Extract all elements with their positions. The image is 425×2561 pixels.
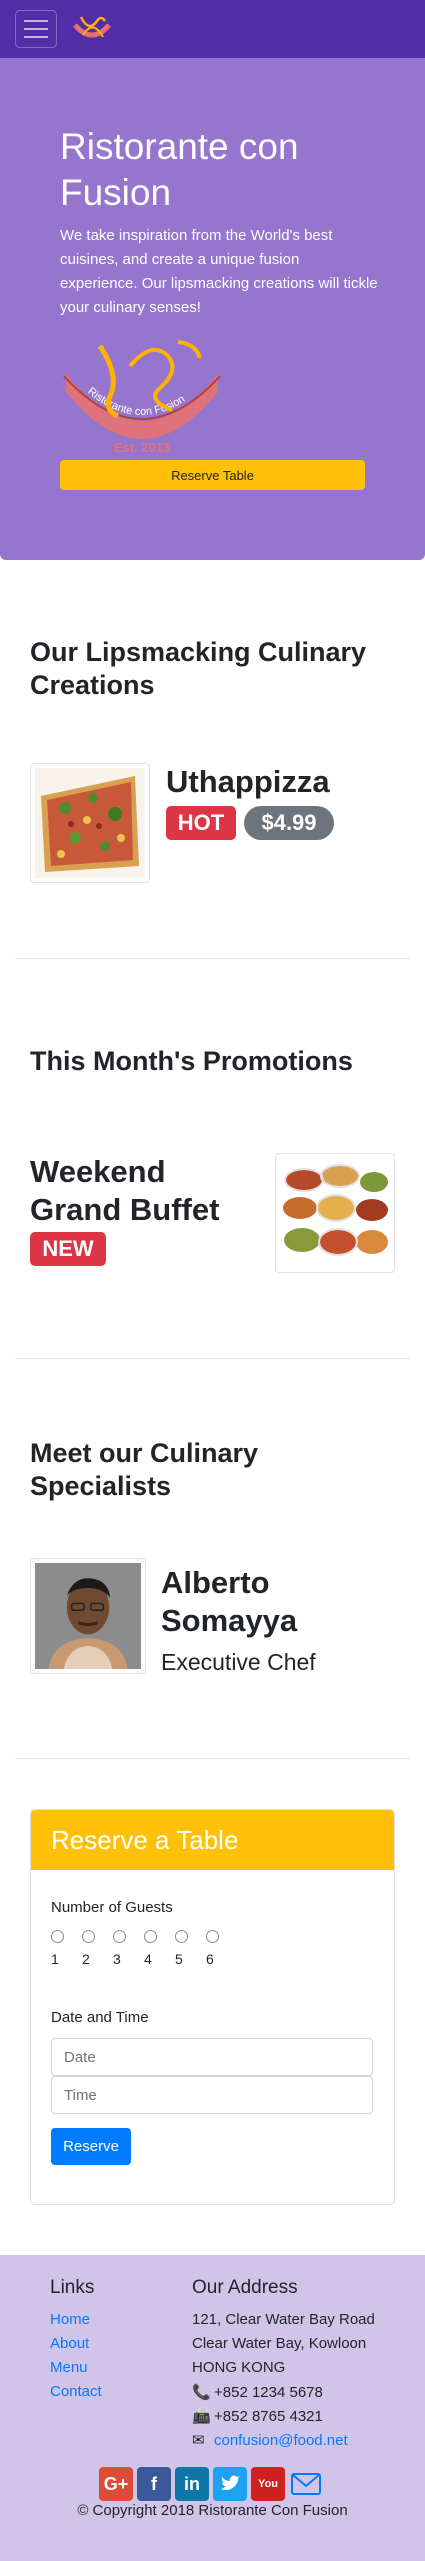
footer-address-title: Our Address xyxy=(192,2277,298,2298)
phone-number: +852 1234 5678 xyxy=(214,2384,323,2401)
fax-icon: 📠 xyxy=(192,2408,211,2425)
footer-link-about[interactable]: About xyxy=(50,2335,89,2352)
hot-badge: HOT xyxy=(166,806,236,840)
footer-link-menu[interactable]: Menu xyxy=(50,2359,88,2376)
promo-name: Weekend Grand Buffet xyxy=(30,1154,220,1227)
radio-button[interactable] xyxy=(175,1930,188,1943)
guest-option-2[interactable]: 2 xyxy=(82,1930,102,1970)
radio-button[interactable] xyxy=(144,1930,157,1943)
reserve-submit-button[interactable]: Reserve xyxy=(51,2128,131,2165)
dish-name: Uthappizza xyxy=(166,764,330,799)
datetime-label: Date and Time xyxy=(51,2009,149,2026)
jumbotron: Ristorante con Fusion We take inspiratio… xyxy=(0,58,425,560)
linkedin-icon[interactable]: in xyxy=(175,2467,209,2501)
page-title: Ristorante con Fusion xyxy=(60,126,299,213)
logo-est-text: Est. 2013 xyxy=(114,440,170,455)
promo-section-title: This Month's Promotions xyxy=(30,1046,353,1076)
copyright-text: © Copyright 2018 Ristorante Con Fusion xyxy=(77,2502,348,2519)
fax-number: +852 8765 4321 xyxy=(214,2408,323,2425)
email-link[interactable]: confusion@food.net xyxy=(214,2432,348,2449)
facebook-icon[interactable]: f xyxy=(137,2467,171,2501)
navbar xyxy=(0,0,425,58)
footer-links-title: Links xyxy=(50,2277,95,2298)
footer-link-contact[interactable]: Contact xyxy=(50,2383,102,2400)
footer-link-home[interactable]: Home xyxy=(50,2311,90,2328)
address-line: HONG KONG xyxy=(192,2359,286,2376)
phone-icon: 📞 xyxy=(192,2384,211,2401)
google-plus-icon[interactable]: G+ xyxy=(99,2467,133,2501)
chef-designation: Executive Chef xyxy=(161,1649,316,1675)
radio-button[interactable] xyxy=(51,1930,64,1943)
guest-option-5[interactable]: 5 xyxy=(175,1930,195,1970)
restaurant-logo-icon[interactable] xyxy=(71,11,113,47)
address-line: 121, Clear Water Bay Road xyxy=(192,2311,375,2328)
divider xyxy=(15,958,410,959)
guests-label: Number of Guests xyxy=(51,1899,173,1916)
youtube-icon[interactable]: You xyxy=(251,2467,285,2501)
address-line: Clear Water Bay, Kowloon xyxy=(192,2335,367,2352)
reservation-card-header: Reserve a Table xyxy=(31,1810,394,1870)
radio-button[interactable] xyxy=(113,1930,126,1943)
chef-photo xyxy=(30,1558,146,1674)
dish-section-title: Our Lipsmacking Culinary Creations xyxy=(30,637,367,700)
envelope-icon: ✉ xyxy=(192,2432,205,2449)
radio-button[interactable] xyxy=(82,1930,95,1943)
price-badge: $4.99 xyxy=(244,806,334,840)
fax-line: 📠 +852 8765 4321 xyxy=(192,2407,323,2425)
menu-icon[interactable] xyxy=(15,10,57,48)
dish-image xyxy=(30,763,150,883)
radio-button[interactable] xyxy=(206,1930,219,1943)
divider xyxy=(15,1358,410,1359)
divider xyxy=(15,1758,410,1759)
intro-text: We take inspiration from the World's bes… xyxy=(60,227,378,316)
reservation-card: Reserve a Table Number of Guests 1 2 3 4… xyxy=(30,1809,395,2205)
restaurant-logo: Ristorante con Fusion Est. 2013 xyxy=(63,340,221,455)
twitter-icon[interactable] xyxy=(213,2467,247,2501)
date-input[interactable] xyxy=(51,2038,373,2076)
chef-name: Alberto Somayya xyxy=(161,1565,298,1638)
time-input[interactable] xyxy=(51,2076,373,2114)
phone-line: 📞 +852 1234 5678 xyxy=(192,2383,323,2401)
guest-option-1[interactable]: 1 xyxy=(51,1930,71,1970)
new-badge: NEW xyxy=(30,1232,106,1266)
mail-icon[interactable] xyxy=(289,2467,323,2501)
reserve-table-button[interactable]: Reserve Table xyxy=(60,460,365,490)
chef-section-title: Meet our Culinary Specialists xyxy=(30,1438,259,1501)
guest-option-4[interactable]: 4 xyxy=(144,1930,164,1970)
promo-image xyxy=(275,1153,395,1273)
guest-option-6[interactable]: 6 xyxy=(206,1930,226,1970)
guest-option-3[interactable]: 3 xyxy=(113,1930,133,1970)
email-line: ✉ confusion@food.net xyxy=(192,2431,348,2449)
